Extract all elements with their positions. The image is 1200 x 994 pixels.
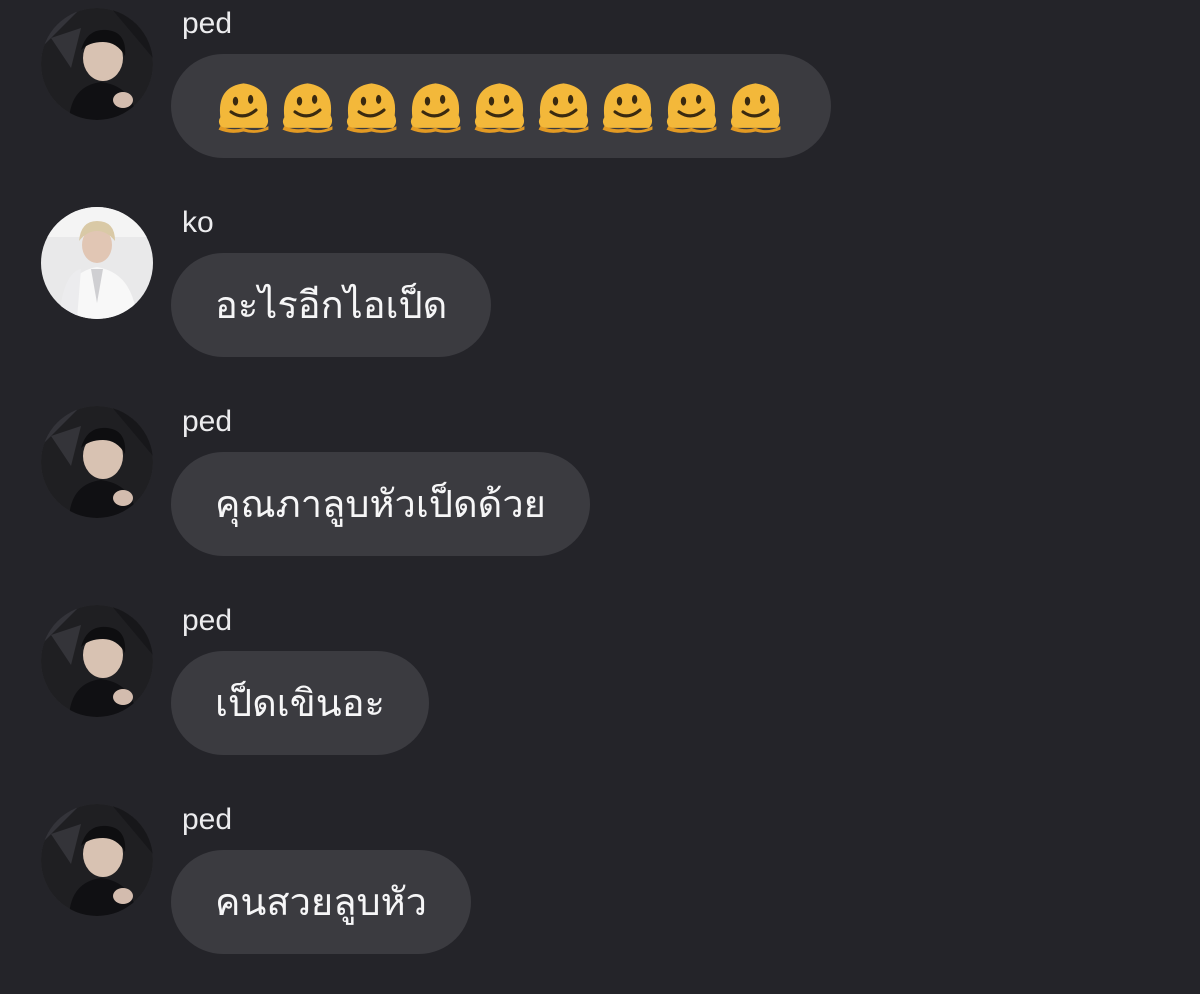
- melting-face-emoji: [538, 82, 589, 133]
- melting-face-emoji: [730, 82, 781, 133]
- avatar-ped[interactable]: [41, 804, 153, 916]
- melting-face-emoji: [410, 82, 461, 133]
- avatar-ped[interactable]: [41, 605, 153, 717]
- sender-name: ped: [182, 803, 233, 836]
- message-bubble[interactable]: [171, 54, 831, 158]
- message-bubble[interactable]: คุณภาลูบหัวเป็ดด้วย: [171, 452, 590, 556]
- message-bubble[interactable]: อะไรอีกไอเป็ด: [171, 253, 492, 357]
- avatar-ped-image: [41, 406, 153, 518]
- avatar-ped-image: [41, 605, 153, 717]
- message-text: คุณภาลูบหัวเป็ดด้วย: [215, 482, 546, 526]
- avatar-ko[interactable]: [41, 207, 153, 319]
- emoji-row: [215, 78, 784, 135]
- message-row: ko อะไรอีกไอเป็ด: [0, 199, 1200, 369]
- sender-name: ped: [182, 7, 233, 40]
- sender-name: ko: [182, 206, 214, 239]
- message-text: อะไรอีกไอเป็ด: [215, 283, 448, 327]
- melting-face-emoji: [282, 82, 333, 133]
- message-text: เป็ดเขินอะ: [215, 681, 385, 725]
- melting-face-emoji: [666, 82, 717, 133]
- message-bubble[interactable]: คนสวยลูบหัว: [171, 850, 471, 954]
- melting-face-emoji: [602, 82, 653, 133]
- avatar-ped[interactable]: [41, 406, 153, 518]
- avatar-ped-image: [41, 804, 153, 916]
- melting-face-emoji: [474, 82, 525, 133]
- message-row: ped เป็ดเขินอะ: [0, 597, 1200, 767]
- sender-name: ped: [182, 405, 233, 438]
- message-row: ped คุณภาลูบหัวเป็ดด้วย: [0, 398, 1200, 568]
- avatar-ped[interactable]: [41, 8, 153, 120]
- message-text: คนสวยลูบหัว: [215, 880, 427, 924]
- avatar-ko-image: [41, 207, 153, 319]
- melting-face-emoji: [218, 82, 269, 133]
- sender-name: ped: [182, 604, 233, 637]
- chat-thread[interactable]: ped ko อะไรอีกไอเป็ด ped คุณภาลูบหัวเป็ด…: [0, 0, 1200, 994]
- message-row: ped คนสวยลูบหัว: [0, 796, 1200, 966]
- avatar-ped-image: [41, 8, 153, 120]
- message-bubble[interactable]: เป็ดเขินอะ: [171, 651, 429, 755]
- melting-face-emoji: [346, 82, 397, 133]
- message-row: ped: [0, 0, 1200, 170]
